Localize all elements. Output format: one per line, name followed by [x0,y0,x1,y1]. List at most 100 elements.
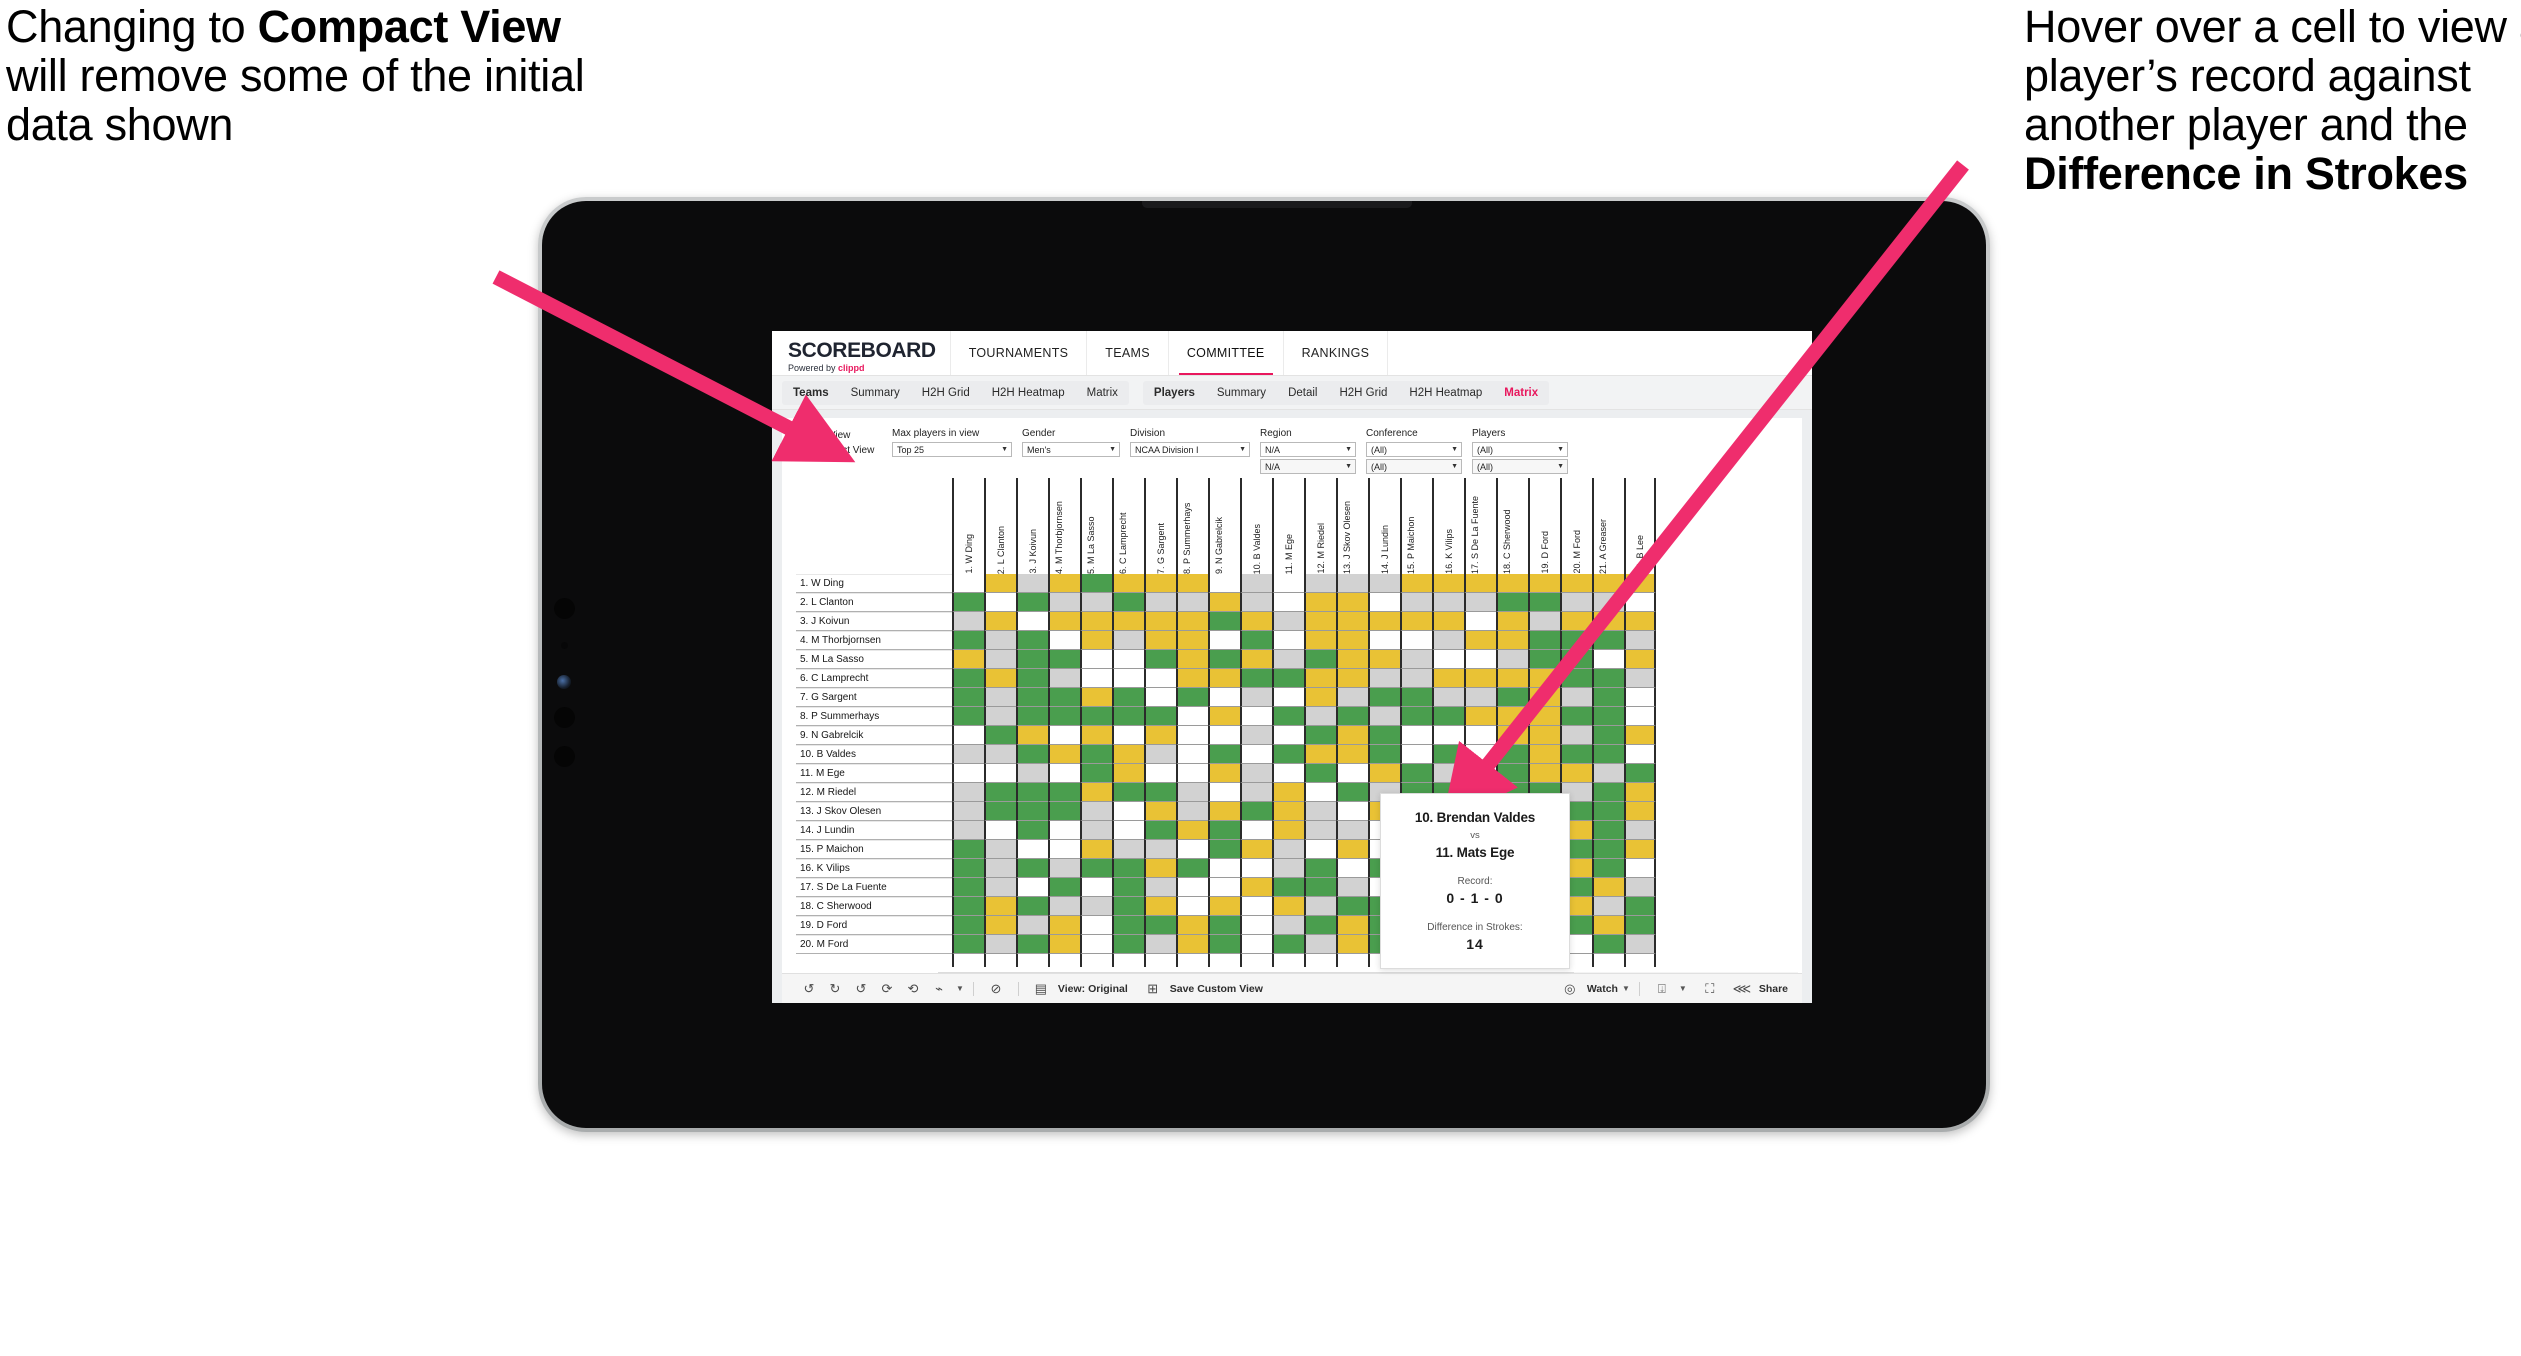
subnav-item-players-h2h-heatmap[interactable]: H2H Heatmap [1398,381,1493,405]
matrix-cell[interactable] [1016,669,1048,688]
matrix-cell[interactable] [1400,745,1432,764]
matrix-cell[interactable] [1272,783,1304,802]
matrix-cell[interactable] [1080,859,1112,878]
matrix-cell[interactable] [1592,631,1624,650]
matrix-cell[interactable] [1432,688,1464,707]
matrix-cell[interactable] [1368,707,1400,726]
matrix-cell[interactable] [1080,745,1112,764]
select-conference-secondary[interactable]: (All) ▼ [1366,459,1462,474]
matrix-cell[interactable] [1144,897,1176,916]
matrix-cell[interactable] [1176,859,1208,878]
matrix-cell[interactable] [1240,726,1272,745]
matrix-cell[interactable] [1080,916,1112,935]
matrix-cell[interactable] [1496,726,1528,745]
matrix-cell[interactable] [1624,688,1656,707]
matrix-cell[interactable] [1080,688,1112,707]
matrix-cell[interactable] [1272,745,1304,764]
matrix-cell[interactable] [1208,897,1240,916]
matrix-cell[interactable] [1368,688,1400,707]
matrix-cell[interactable] [1048,859,1080,878]
matrix-cell[interactable] [1112,878,1144,897]
refresh-icon[interactable]: ⟳ [874,981,900,997]
matrix-cell[interactable] [1304,764,1336,783]
matrix-cell[interactable] [1464,726,1496,745]
matrix-cell[interactable] [1112,574,1144,593]
matrix-column-header[interactable]: 5. M La Sasso [1080,478,1112,574]
matrix-cell[interactable] [1592,916,1624,935]
matrix-cell[interactable] [1048,669,1080,688]
matrix-column-header[interactable]: 12. M Riedel [1304,478,1336,574]
matrix-cell[interactable] [1496,669,1528,688]
matrix-cell[interactable] [1208,631,1240,650]
pause-icon[interactable]: ⟲ [900,981,926,997]
matrix-cell[interactable] [1240,764,1272,783]
matrix-cell[interactable] [1304,802,1336,821]
matrix-cell[interactable] [984,707,1016,726]
matrix-cell[interactable] [1112,593,1144,612]
matrix-cell[interactable] [1592,707,1624,726]
matrix-cell[interactable] [1208,878,1240,897]
matrix-cell[interactable] [984,783,1016,802]
matrix-column-header[interactable]: 19. D Ford [1528,478,1560,574]
matrix-cell[interactable] [1272,726,1304,745]
share-button[interactable]: ⋘ Share [1729,981,1788,997]
matrix-column-header[interactable]: 17. S De La Fuente [1464,478,1496,574]
matrix-cell[interactable] [1304,745,1336,764]
matrix-column-header[interactable]: 11. M Ege [1272,478,1304,574]
matrix-cell[interactable] [1240,802,1272,821]
matrix-cell[interactable] [1176,783,1208,802]
matrix-cell[interactable] [1240,688,1272,707]
matrix-cell[interactable] [1592,612,1624,631]
matrix-cell[interactable] [1272,878,1304,897]
matrix-cell[interactable] [1336,650,1368,669]
matrix-cell[interactable] [1400,707,1432,726]
matrix-cell[interactable] [1048,650,1080,669]
matrix-row-label[interactable]: 2. L Clanton [796,593,952,612]
fullscreen-button[interactable]: ⛶ [1697,981,1723,997]
matrix-cell[interactable] [984,916,1016,935]
matrix-cell[interactable] [1080,802,1112,821]
matrix-column-header[interactable]: 8. P Summerhays [1176,478,1208,574]
matrix-cell[interactable] [1528,631,1560,650]
subnav-item-teams-h2h-grid[interactable]: H2H Grid [911,381,981,405]
matrix-cell[interactable] [1016,612,1048,631]
matrix-cell[interactable] [1336,745,1368,764]
matrix-cell[interactable] [1208,935,1240,954]
matrix-cell[interactable] [1112,840,1144,859]
matrix-container[interactable]: 1. W Ding 2. L Clanton 3. J Koivun 4. M Tho… [796,478,1796,967]
matrix-column-header[interactable]: 21. A Greaser [1592,478,1624,574]
matrix-cell[interactable] [1304,878,1336,897]
matrix-cell[interactable] [1368,726,1400,745]
matrix-cell[interactable] [1080,764,1112,783]
matrix-cell[interactable] [1400,593,1432,612]
matrix-cell[interactable] [1144,764,1176,783]
matrix-cell[interactable] [1176,897,1208,916]
matrix-cell[interactable] [1080,935,1112,954]
matrix-cell[interactable] [1528,745,1560,764]
nav-tab-teams[interactable]: TEAMS [1086,331,1168,375]
matrix-cell[interactable] [1112,669,1144,688]
matrix-cell[interactable] [1240,593,1272,612]
matrix-cell[interactable] [1144,631,1176,650]
matrix-cell[interactable] [1496,764,1528,783]
matrix-cell[interactable] [1176,669,1208,688]
matrix-cell[interactable] [1336,935,1368,954]
matrix-cell[interactable] [1528,669,1560,688]
matrix-column-header[interactable]: 4. M Thorbjornsen [1048,478,1080,574]
matrix-cell[interactable] [1048,897,1080,916]
matrix-cell[interactable] [1016,935,1048,954]
matrix-cell[interactable] [1464,593,1496,612]
matrix-cell[interactable] [1144,574,1176,593]
matrix-cell[interactable] [1624,650,1656,669]
matrix-column-header[interactable]: 10. B Valdes [1240,478,1272,574]
matrix-cell[interactable] [1080,726,1112,745]
matrix-cell[interactable] [1112,897,1144,916]
matrix-cell[interactable] [1624,783,1656,802]
select-conference[interactable]: (All) ▼ [1366,442,1462,457]
matrix-cell[interactable] [1432,593,1464,612]
matrix-cell[interactable] [1432,574,1464,593]
matrix-cell[interactable] [1144,726,1176,745]
matrix-cell[interactable] [1304,574,1336,593]
matrix-cell[interactable] [1496,574,1528,593]
matrix-cell[interactable] [1048,745,1080,764]
